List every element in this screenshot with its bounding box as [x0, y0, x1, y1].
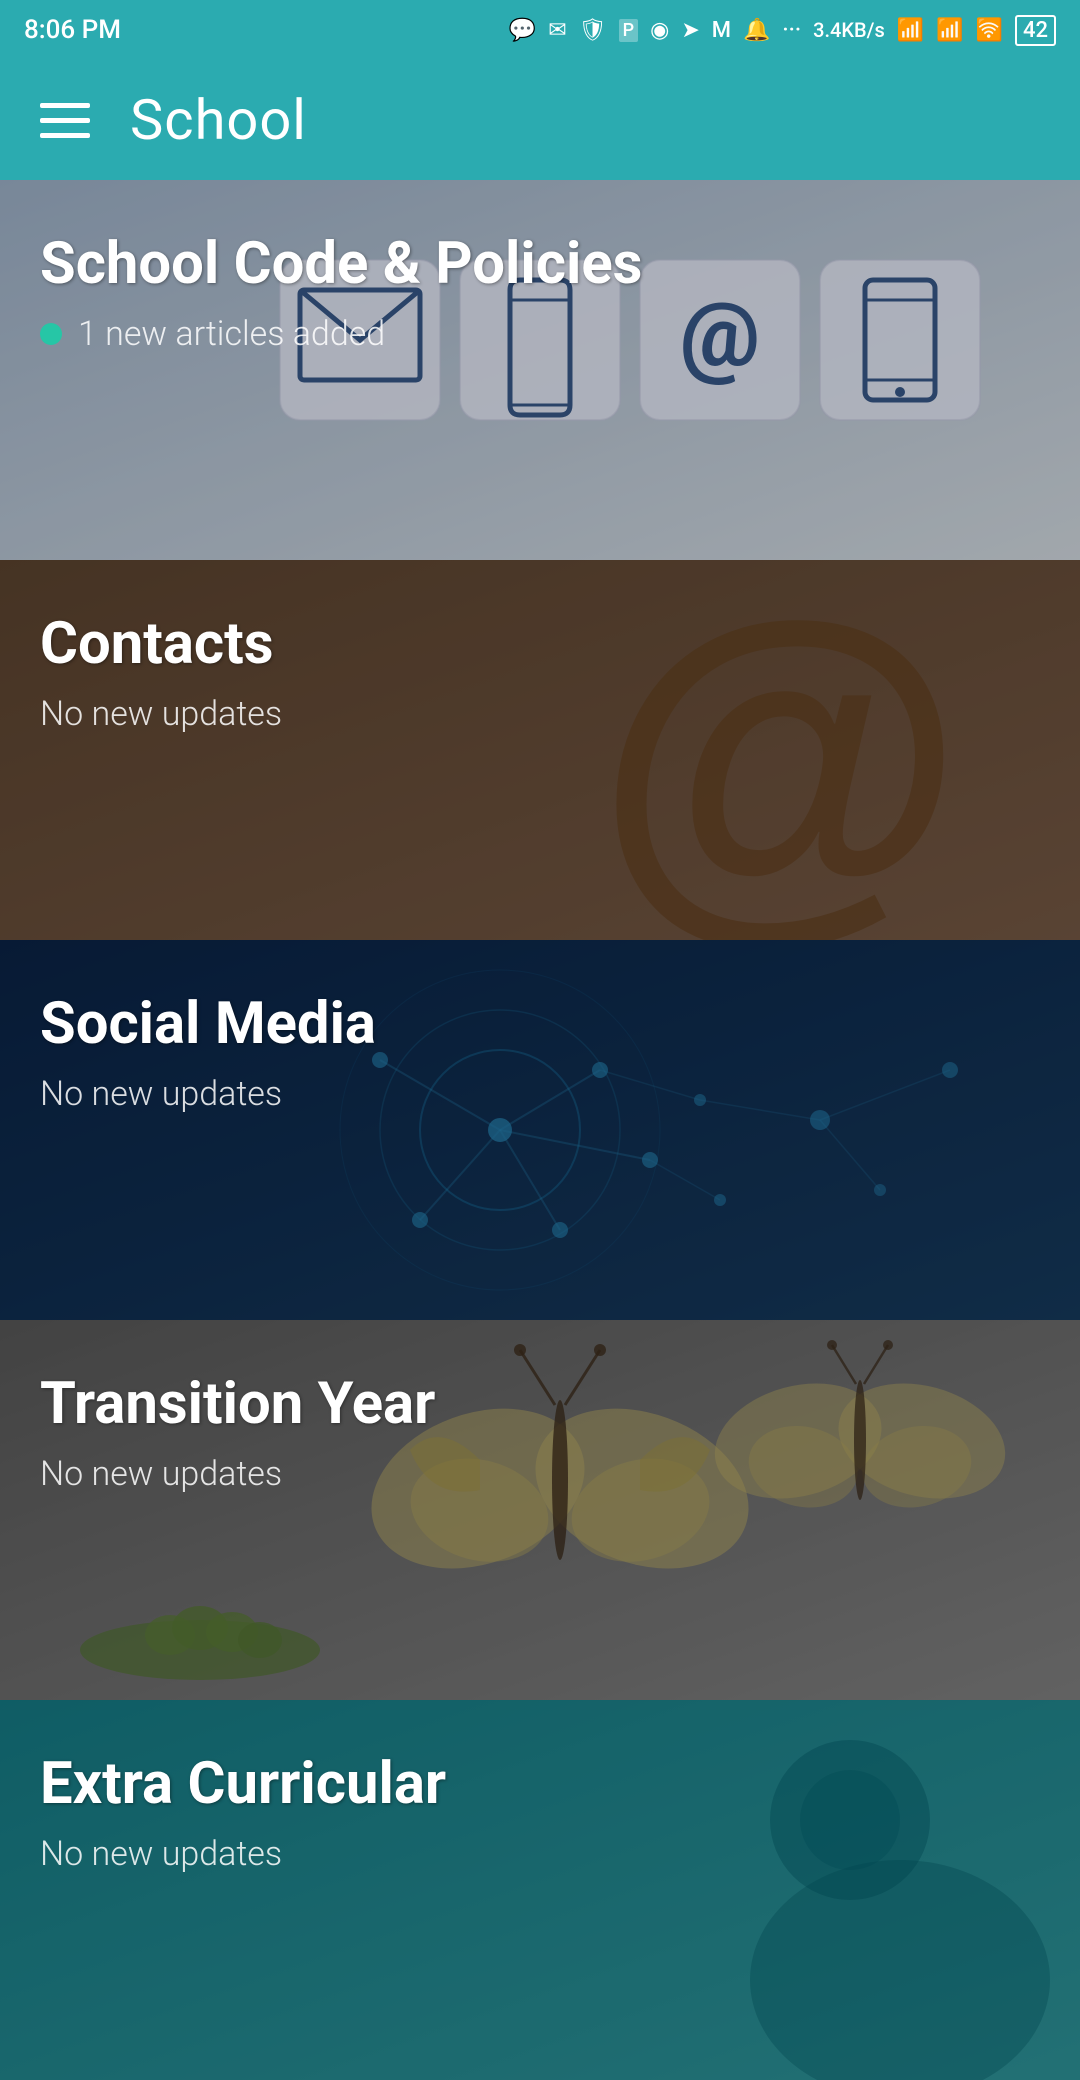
- card-school-code[interactable]: @ School Code & Policies 1 new articles …: [0, 180, 1080, 560]
- hamburger-line-2: [40, 118, 90, 123]
- mail-icon: ✉: [548, 18, 566, 43]
- fingerprint-icon: ◉: [650, 18, 669, 43]
- card-2-content: Contacts No new updates: [0, 560, 1080, 774]
- signal-icon-1: 📶: [897, 18, 924, 43]
- maps-icon: M: [712, 18, 731, 43]
- speed-indicator: 3.4KB/s: [813, 18, 885, 42]
- menu-button[interactable]: [40, 103, 90, 138]
- card-contacts[interactable]: @ Contacts No new updates: [0, 560, 1080, 940]
- card-4-title: Transition Year: [40, 1370, 1040, 1438]
- card-1-subtitle-text: 1 new articles added: [78, 314, 385, 354]
- card-5-title: Extra Curricular: [40, 1750, 1040, 1818]
- card-5-content: Extra Curricular No new updates: [0, 1700, 1080, 1914]
- whatsapp-icon: 💬: [509, 18, 536, 43]
- signal-icon-2: 📶: [936, 18, 963, 43]
- bell-icon: 🔔: [743, 18, 770, 43]
- hamburger-line-3: [40, 133, 90, 138]
- card-extra-curricular[interactable]: Extra Curricular No new updates: [0, 1700, 1080, 2080]
- status-bar-right: 💬 ✉ 🛡 P ◉ ➤ M 🔔 ··· 3.4KB/s 📶 📶 🛜 42: [509, 15, 1056, 46]
- new-dot-indicator: [40, 323, 62, 345]
- card-1-subtitle: 1 new articles added: [40, 314, 1040, 354]
- status-bar-left: 8:06 PM: [24, 15, 121, 45]
- battery-level: 42: [1015, 15, 1056, 46]
- card-1-title: School Code & Policies: [40, 230, 1040, 298]
- status-time: 8:06 PM: [24, 15, 121, 45]
- card-2-title: Contacts: [40, 610, 1040, 678]
- card-3-subtitle: No new updates: [40, 1074, 1040, 1114]
- page-title: School: [130, 87, 307, 153]
- card-3-title: Social Media: [40, 990, 1040, 1058]
- card-3-content: Social Media No new updates: [0, 940, 1080, 1154]
- wifi-icon: 🛜: [976, 18, 1003, 43]
- card-3-subtitle-text: No new updates: [40, 1074, 282, 1114]
- hamburger-line-1: [40, 103, 90, 108]
- shield-icon: 🛡: [579, 18, 607, 43]
- paytm-icon: P: [619, 19, 639, 42]
- card-1-content: School Code & Policies 1 new articles ad…: [0, 180, 1080, 394]
- send-icon: ➤: [681, 18, 699, 43]
- card-2-subtitle-text: No new updates: [40, 694, 282, 734]
- card-4-content: Transition Year No new updates: [0, 1320, 1080, 1534]
- status-bar: 8:06 PM 💬 ✉ 🛡 P ◉ ➤ M 🔔 ··· 3.4KB/s 📶 📶 …: [0, 0, 1080, 60]
- card-5-subtitle-text: No new updates: [40, 1834, 282, 1874]
- card-5-subtitle: No new updates: [40, 1834, 1040, 1874]
- card-transition-year[interactable]: Transition Year No new updates: [0, 1320, 1080, 1700]
- top-navbar: School: [0, 60, 1080, 180]
- card-4-subtitle: No new updates: [40, 1454, 1040, 1494]
- card-2-subtitle: No new updates: [40, 694, 1040, 734]
- card-social-media[interactable]: Social Media No new updates: [0, 940, 1080, 1320]
- dots-icon: ···: [782, 18, 801, 43]
- card-4-subtitle-text: No new updates: [40, 1454, 282, 1494]
